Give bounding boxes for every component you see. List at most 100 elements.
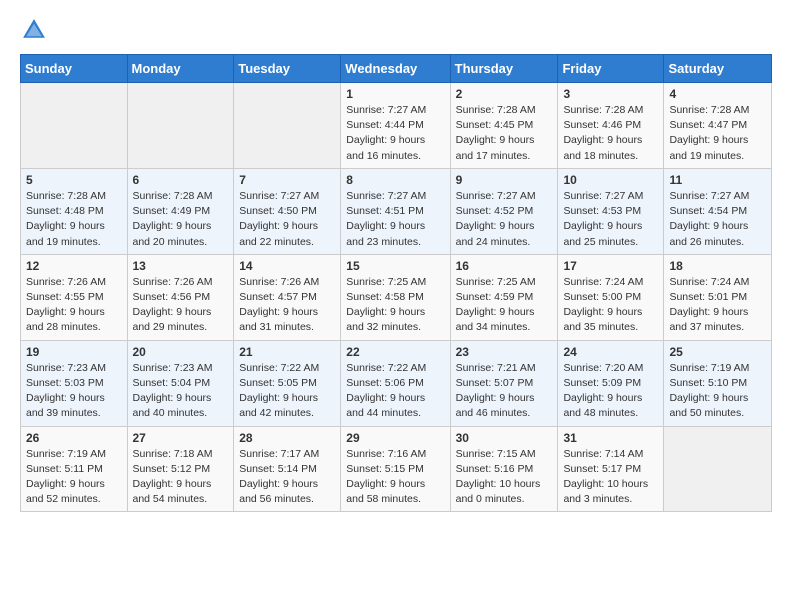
day-cell-31: 31 Sunrise: 7:14 AM Sunset: 5:17 PM Dayli…: [558, 426, 664, 512]
day-number: 16: [456, 259, 553, 273]
day-info: Sunrise: 7:25 AM Sunset: 4:58 PM Dayligh…: [346, 275, 444, 336]
day-number: 8: [346, 173, 444, 187]
logo: [20, 16, 52, 44]
day-info: Sunrise: 7:27 AM Sunset: 4:51 PM Dayligh…: [346, 189, 444, 250]
day-number: 24: [563, 345, 658, 359]
day-number: 5: [26, 173, 122, 187]
day-info: Sunrise: 7:27 AM Sunset: 4:53 PM Dayligh…: [563, 189, 658, 250]
day-cell-25: 25 Sunrise: 7:19 AM Sunset: 5:10 PM Dayli…: [664, 340, 772, 426]
day-cell-18: 18 Sunrise: 7:24 AM Sunset: 5:01 PM Dayli…: [664, 254, 772, 340]
day-info: Sunrise: 7:28 AM Sunset: 4:49 PM Dayligh…: [133, 189, 229, 250]
day-number: 1: [346, 87, 444, 101]
day-number: 11: [669, 173, 766, 187]
day-info: Sunrise: 7:26 AM Sunset: 4:56 PM Dayligh…: [133, 275, 229, 336]
day-cell-30: 30 Sunrise: 7:15 AM Sunset: 5:16 PM Dayli…: [450, 426, 558, 512]
day-number: 31: [563, 431, 658, 445]
empty-cell: [234, 83, 341, 169]
day-info: Sunrise: 7:18 AM Sunset: 5:12 PM Dayligh…: [133, 447, 229, 508]
day-info: Sunrise: 7:22 AM Sunset: 5:05 PM Dayligh…: [239, 361, 335, 422]
day-number: 2: [456, 87, 553, 101]
day-info: Sunrise: 7:26 AM Sunset: 4:57 PM Dayligh…: [239, 275, 335, 336]
calendar-table: SundayMondayTuesdayWednesdayThursdayFrid…: [20, 54, 772, 512]
day-info: Sunrise: 7:23 AM Sunset: 5:04 PM Dayligh…: [133, 361, 229, 422]
day-cell-7: 7 Sunrise: 7:27 AM Sunset: 4:50 PM Daylig…: [234, 168, 341, 254]
day-cell-27: 27 Sunrise: 7:18 AM Sunset: 5:12 PM Dayli…: [127, 426, 234, 512]
day-info: Sunrise: 7:28 AM Sunset: 4:46 PM Dayligh…: [563, 103, 658, 164]
day-info: Sunrise: 7:28 AM Sunset: 4:45 PM Dayligh…: [456, 103, 553, 164]
day-number: 25: [669, 345, 766, 359]
day-number: 30: [456, 431, 553, 445]
day-info: Sunrise: 7:28 AM Sunset: 4:47 PM Dayligh…: [669, 103, 766, 164]
day-cell-19: 19 Sunrise: 7:23 AM Sunset: 5:03 PM Dayli…: [21, 340, 128, 426]
week-row-5: 26 Sunrise: 7:19 AM Sunset: 5:11 PM Dayli…: [21, 426, 772, 512]
header: [20, 16, 772, 44]
day-cell-6: 6Sunrise: 7:28 AM Sunset: 4:49 PM Daylig…: [127, 168, 234, 254]
day-number: 27: [133, 431, 229, 445]
day-number: 4: [669, 87, 766, 101]
day-cell-28: 28 Sunrise: 7:17 AM Sunset: 5:14 PM Dayli…: [234, 426, 341, 512]
day-cell-1: 1 Sunrise: 7:27 AM Sunset: 4:44 PM Daylig…: [341, 83, 450, 169]
week-row-2: 5 Sunrise: 7:28 AM Sunset: 4:48 PM Daylig…: [21, 168, 772, 254]
col-header-friday: Friday: [558, 55, 664, 83]
day-number: 23: [456, 345, 553, 359]
day-info: Sunrise: 7:19 AM Sunset: 5:11 PM Dayligh…: [26, 447, 122, 508]
day-info: Sunrise: 7:20 AM Sunset: 5:09 PM Dayligh…: [563, 361, 658, 422]
day-cell-29: 29 Sunrise: 7:16 AM Sunset: 5:15 PM Dayli…: [341, 426, 450, 512]
day-number: 18: [669, 259, 766, 273]
day-cell-11: 11Sunrise: 7:27 AM Sunset: 4:54 PM Dayli…: [664, 168, 772, 254]
day-info: Sunrise: 7:24 AM Sunset: 5:01 PM Dayligh…: [669, 275, 766, 336]
day-cell-2: 2 Sunrise: 7:28 AM Sunset: 4:45 PM Daylig…: [450, 83, 558, 169]
col-header-thursday: Thursday: [450, 55, 558, 83]
col-header-saturday: Saturday: [664, 55, 772, 83]
day-info: Sunrise: 7:24 AM Sunset: 5:00 PM Dayligh…: [563, 275, 658, 336]
day-number: 26: [26, 431, 122, 445]
day-cell-4: 4 Sunrise: 7:28 AM Sunset: 4:47 PM Daylig…: [664, 83, 772, 169]
day-info: Sunrise: 7:17 AM Sunset: 5:14 PM Dayligh…: [239, 447, 335, 508]
col-header-wednesday: Wednesday: [341, 55, 450, 83]
day-info: Sunrise: 7:27 AM Sunset: 4:52 PM Dayligh…: [456, 189, 553, 250]
day-cell-20: 20 Sunrise: 7:23 AM Sunset: 5:04 PM Dayli…: [127, 340, 234, 426]
empty-cell: [127, 83, 234, 169]
day-info: Sunrise: 7:28 AM Sunset: 4:48 PM Dayligh…: [26, 189, 122, 250]
week-row-1: 1 Sunrise: 7:27 AM Sunset: 4:44 PM Daylig…: [21, 83, 772, 169]
day-cell-16: 16 Sunrise: 7:25 AM Sunset: 4:59 PM Dayli…: [450, 254, 558, 340]
day-cell-23: 23 Sunrise: 7:21 AM Sunset: 5:07 PM Dayli…: [450, 340, 558, 426]
day-number: 19: [26, 345, 122, 359]
day-cell-13: 13Sunrise: 7:26 AM Sunset: 4:56 PM Dayli…: [127, 254, 234, 340]
day-cell-26: 26 Sunrise: 7:19 AM Sunset: 5:11 PM Dayli…: [21, 426, 128, 512]
day-info: Sunrise: 7:19 AM Sunset: 5:10 PM Dayligh…: [669, 361, 766, 422]
day-number: 14: [239, 259, 335, 273]
day-cell-8: 8 Sunrise: 7:27 AM Sunset: 4:51 PM Daylig…: [341, 168, 450, 254]
day-info: Sunrise: 7:27 AM Sunset: 4:50 PM Dayligh…: [239, 189, 335, 250]
day-number: 12: [26, 259, 122, 273]
day-number: 29: [346, 431, 444, 445]
logo-icon: [20, 16, 48, 44]
day-number: 7: [239, 173, 335, 187]
empty-cell: [664, 426, 772, 512]
day-number: 9: [456, 173, 553, 187]
day-info: Sunrise: 7:14 AM Sunset: 5:17 PM Dayligh…: [563, 447, 658, 508]
day-info: Sunrise: 7:25 AM Sunset: 4:59 PM Dayligh…: [456, 275, 553, 336]
col-header-tuesday: Tuesday: [234, 55, 341, 83]
page: SundayMondayTuesdayWednesdayThursdayFrid…: [0, 0, 792, 612]
col-header-monday: Monday: [127, 55, 234, 83]
day-number: 17: [563, 259, 658, 273]
empty-cell: [21, 83, 128, 169]
day-cell-15: 15 Sunrise: 7:25 AM Sunset: 4:58 PM Dayli…: [341, 254, 450, 340]
week-row-3: 12Sunrise: 7:26 AM Sunset: 4:55 PM Dayli…: [21, 254, 772, 340]
day-number: 20: [133, 345, 229, 359]
day-number: 21: [239, 345, 335, 359]
day-info: Sunrise: 7:27 AM Sunset: 4:44 PM Dayligh…: [346, 103, 444, 164]
day-cell-10: 10Sunrise: 7:27 AM Sunset: 4:53 PM Dayli…: [558, 168, 664, 254]
day-info: Sunrise: 7:16 AM Sunset: 5:15 PM Dayligh…: [346, 447, 444, 508]
day-cell-24: 24 Sunrise: 7:20 AM Sunset: 5:09 PM Dayli…: [558, 340, 664, 426]
day-number: 15: [346, 259, 444, 273]
day-info: Sunrise: 7:15 AM Sunset: 5:16 PM Dayligh…: [456, 447, 553, 508]
day-cell-12: 12Sunrise: 7:26 AM Sunset: 4:55 PM Dayli…: [21, 254, 128, 340]
calendar-header-row: SundayMondayTuesdayWednesdayThursdayFrid…: [21, 55, 772, 83]
day-cell-17: 17 Sunrise: 7:24 AM Sunset: 5:00 PM Dayli…: [558, 254, 664, 340]
day-number: 3: [563, 87, 658, 101]
day-number: 28: [239, 431, 335, 445]
day-info: Sunrise: 7:21 AM Sunset: 5:07 PM Dayligh…: [456, 361, 553, 422]
day-info: Sunrise: 7:23 AM Sunset: 5:03 PM Dayligh…: [26, 361, 122, 422]
